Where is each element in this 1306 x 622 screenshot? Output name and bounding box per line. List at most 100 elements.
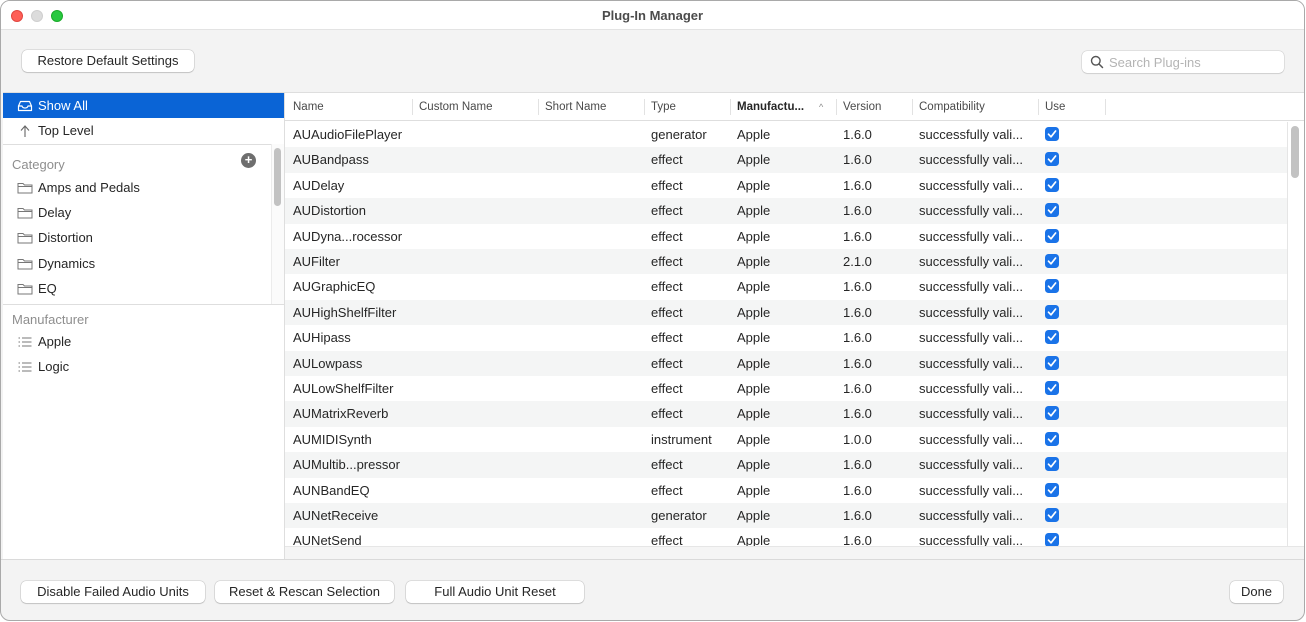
use-checkbox[interactable]: [1045, 177, 1059, 192]
column-header-type[interactable]: Type: [644, 93, 730, 121]
use-checkbox[interactable]: [1045, 152, 1059, 167]
column-separator[interactable]: [1105, 99, 1106, 115]
done-button[interactable]: Done: [1230, 581, 1283, 603]
use-checkbox[interactable]: [1045, 279, 1059, 294]
checkmark-icon: [1047, 434, 1057, 443]
reset-rescan-selection-button[interactable]: Reset & Rescan Selection: [215, 581, 394, 603]
table-row[interactable]: AUMultib...pressor effect Apple 1.6.0 succes…: [285, 452, 1287, 478]
sidebar-item-manufacturer[interactable]: Logic: [3, 354, 284, 379]
sidebar-item-category[interactable]: Amps and Pedals: [3, 175, 284, 200]
use-checkbox[interactable]: [1045, 381, 1059, 395]
sort-ascending-icon[interactable]: ^: [819, 102, 823, 112]
title-bar: Plug-In Manager: [1, 1, 1304, 30]
checkmark-icon: [1047, 409, 1057, 418]
cell-manufacturer: Apple: [737, 177, 771, 193]
column-header-version[interactable]: Version: [836, 93, 912, 121]
cell-name: AULowpass: [293, 355, 363, 371]
cell-type: effect: [651, 177, 683, 193]
table-row[interactable]: AUAudioFilePlayer generator Apple 1.6.0 succ…: [285, 122, 1287, 147]
plugin-manager-window: Plug-In Manager Restore Default Settings…: [0, 0, 1305, 621]
column-header-manufacturer[interactable]: Manufactu...: [730, 93, 816, 121]
cell-version: 1.6.0: [843, 508, 872, 523]
sidebar-item-manufacturer[interactable]: Apple: [3, 329, 284, 354]
add-category-button[interactable]: +: [241, 153, 256, 168]
cell-version: 1.6.0: [843, 457, 872, 473]
column-header-custom-name[interactable]: Custom Name: [412, 93, 538, 121]
column-header-compatibility[interactable]: Compatibility: [912, 93, 1038, 121]
checkmark-icon: [1047, 282, 1057, 291]
sidebar-item-category[interactable]: EQ: [3, 276, 284, 301]
table-row[interactable]: AUNetSend effect Apple 1.6.0 successfully va…: [285, 528, 1287, 546]
cell-name: AUFilter: [293, 254, 340, 269]
checkmark-icon: [1047, 511, 1057, 519]
use-checkbox[interactable]: [1045, 431, 1059, 446]
sidebar-item-show-all[interactable]: Show All: [3, 93, 284, 118]
table-row[interactable]: AULowpass effect Apple 1.6.0 successfully va…: [285, 350, 1287, 376]
disable-failed-audio-units-button[interactable]: Disable Failed Audio Units: [21, 581, 205, 603]
table-row[interactable]: AUNetReceive generator Apple 1.6.0 successfu…: [285, 503, 1287, 529]
table-scrollbar-thumb[interactable]: [1291, 126, 1299, 178]
cell-name: AUNBandEQ: [293, 482, 370, 498]
column-header-short-name[interactable]: Short Name: [538, 93, 644, 121]
use-checkbox[interactable]: [1045, 533, 1059, 546]
cell-name: AUDyna...rocessor: [293, 228, 403, 244]
cell-version: 1.6.0: [843, 406, 872, 422]
checkmark-icon: [1047, 155, 1057, 164]
cell-name: AUBandpass: [293, 152, 369, 168]
table-row[interactable]: AUDistortion effect Apple 1.6.0 successfully…: [285, 198, 1287, 224]
table-row[interactable]: AUMatrixReverb effect Apple 1.6.0 successful…: [285, 401, 1287, 427]
use-checkbox[interactable]: [1045, 508, 1059, 522]
table-row[interactable]: AUMIDISynth instrument Apple 1.0.0 successfu…: [285, 427, 1287, 452]
cell-version: 1.6.0: [843, 203, 872, 219]
cell-name: AUAudioFilePlayer: [293, 127, 403, 142]
cell-name: AUDistortion: [293, 203, 366, 219]
folder-icon: [17, 225, 33, 250]
column-header-use[interactable]: Use: [1038, 93, 1104, 121]
cell-manufacturer: Apple: [737, 330, 771, 346]
table-row[interactable]: AULowShelfFilter effect Apple 1.6.0 successf…: [285, 376, 1287, 401]
category-scrollbar-thumb[interactable]: [274, 148, 281, 206]
cell-name: AUHighShelfFilter: [293, 304, 397, 320]
table-row[interactable]: AUHipass effect Apple 1.6.0 successfully val…: [285, 325, 1287, 350]
checkmark-icon: [1047, 536, 1057, 545]
table-row[interactable]: AUFilter effect Apple 2.1.0 successfully val…: [285, 249, 1287, 275]
cell-manufacturer: Apple: [737, 431, 771, 447]
use-checkbox[interactable]: [1045, 406, 1059, 421]
full-audio-unit-reset-button[interactable]: Full Audio Unit Reset: [406, 581, 584, 603]
cell-compatibility: successfully vali...: [919, 330, 1024, 346]
cell-version: 1.6.0: [843, 127, 872, 142]
use-checkbox[interactable]: [1045, 254, 1059, 268]
sidebar-item-label: EQ: [38, 281, 57, 296]
table-row[interactable]: AUDyna...rocessor effect Apple 1.6.0 success…: [285, 224, 1287, 249]
footer-divider: [1, 559, 1304, 560]
list-icon: [17, 354, 33, 379]
table-row[interactable]: AUNBandEQ effect Apple 1.6.0 successfully va…: [285, 478, 1287, 503]
cell-version: 1.6.0: [843, 152, 872, 168]
window-title: Plug-In Manager: [601, 8, 704, 23]
search-field[interactable]: [1082, 51, 1284, 73]
cell-manufacturer: Apple: [737, 381, 771, 396]
table-row[interactable]: AUDelay effect Apple 1.6.0 successfully vali…: [285, 173, 1287, 198]
use-checkbox[interactable]: [1045, 127, 1059, 141]
use-checkbox[interactable]: [1045, 457, 1059, 472]
use-checkbox[interactable]: [1045, 304, 1059, 319]
sidebar-item-category[interactable]: Dynamics: [3, 251, 284, 276]
search-input[interactable]: [1109, 53, 1279, 71]
use-checkbox[interactable]: [1045, 330, 1059, 345]
column-header-name[interactable]: Name: [286, 93, 412, 121]
category-section-label: Category: [12, 157, 65, 172]
sidebar-item-category[interactable]: Delay: [3, 200, 284, 225]
horizontal-scrollbar[interactable]: [285, 546, 1304, 560]
cell-manufacturer: Apple: [737, 203, 771, 219]
table-row[interactable]: AUBandpass effect Apple 1.6.0 successfully v…: [285, 147, 1287, 173]
cell-type: effect: [651, 406, 683, 422]
use-checkbox[interactable]: [1045, 355, 1059, 370]
use-checkbox[interactable]: [1045, 228, 1059, 243]
sidebar-item-category[interactable]: Distortion: [3, 225, 284, 250]
table-row[interactable]: AUGraphicEQ effect Apple 1.6.0 successfully …: [285, 274, 1287, 299]
use-checkbox[interactable]: [1045, 482, 1059, 497]
restore-default-settings-button[interactable]: Restore Default Settings: [22, 50, 194, 72]
use-checkbox[interactable]: [1045, 203, 1059, 218]
table-row[interactable]: AUHighShelfFilter effect Apple 1.6.0 success…: [285, 299, 1287, 326]
sidebar-item-top-level[interactable]: Top Level: [3, 118, 284, 143]
